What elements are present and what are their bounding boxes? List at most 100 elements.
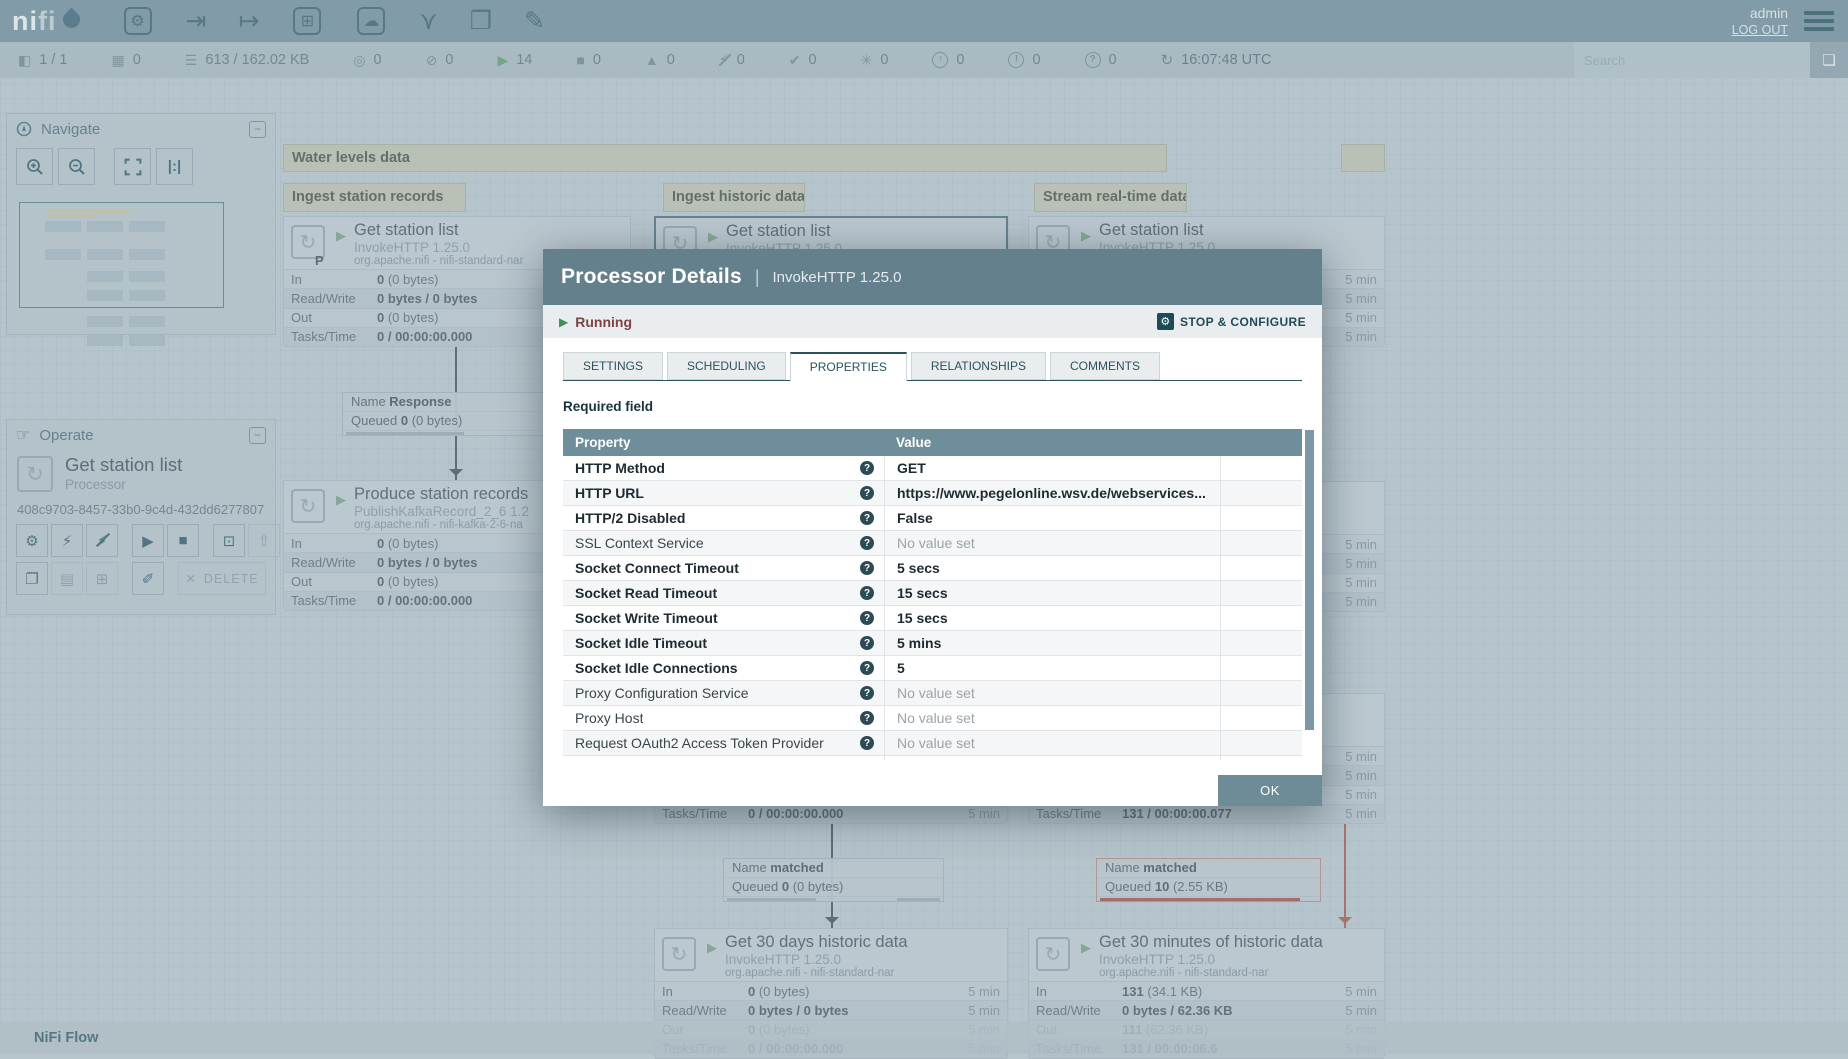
queue-indicator [724,897,943,901]
connection-label-matched-right[interactable]: Name matched Queued 10 (2.55 KB) [1096,858,1321,902]
property-value: 5 mins [884,631,1220,655]
logout-link[interactable]: LOG OUT [1732,22,1788,38]
input-port-icon[interactable]: ⇥ [186,6,207,36]
enable-button[interactable]: ⚡ [51,524,83,557]
status-disabled: ⚡ 0 [719,52,745,69]
table-scrollbar[interactable] [1305,430,1314,730]
stop-icon: ■ [178,532,188,549]
compass-icon [16,121,32,137]
search-input[interactable] [1574,42,1810,78]
stat-row: In 0 (0 bytes) 5 min [655,982,1007,1002]
operate-buttons-row-2: ❐ ▤ ⊞ ✐ ✕ DELETE [16,562,266,595]
group-label-stream-real-time-data[interactable]: Stream real-time data [1034,183,1187,212]
stat-value: 131 / 00:00:00.077 [1122,806,1232,822]
disable-button[interactable]: ⚡ [86,524,118,557]
help-icon[interactable]: ? [860,611,874,625]
help-icon[interactable]: ? [860,711,874,725]
property-name: Request OAuth2 Access Token Provider [575,735,824,751]
zoom-in-button[interactable] [16,148,53,185]
tab-relationships[interactable]: RELATIONSHIPS [910,352,1046,380]
connection-label-matched-left[interactable]: Name matched Queued 0 (0 bytes) [723,858,944,902]
help-icon[interactable]: ? [860,536,874,550]
gear-icon: ⚙ [1157,313,1175,330]
status-sync-failure-count: 0 [1108,52,1117,68]
tab-comments[interactable]: COMMENTS [1049,352,1160,380]
process-group-icon[interactable]: ⊞ [293,7,322,35]
help-icon[interactable]: ? [860,561,874,575]
help-icon[interactable]: ? [860,486,874,500]
run-status-icon: ▶ [707,940,717,955]
properties-table-header: Property Value [563,429,1302,456]
stat-label: In [662,983,673,999]
label-icon[interactable]: ✎ [524,6,545,36]
remote-process-group-icon[interactable]: ☁ [357,7,386,35]
template-icon[interactable]: ❐ [470,6,492,36]
processor-icon[interactable]: ⚙ [123,7,152,35]
processor-stamp-icon: ↻ [291,489,325,523]
help-icon[interactable]: ? [860,461,874,475]
top-toolbar: ni fi ⚙ ⇥ ↦ ⊞ ☁ ⋎ ❐ ✎ admin LOG OUT [0,0,1848,42]
sync-failure-icon: ? [1084,52,1101,68]
breadcrumb-root[interactable]: NiFi Flow [34,1030,98,1046]
connection-name: Name matched [724,859,943,878]
global-menu-icon[interactable] [1804,7,1834,35]
status-stale-count: 0 [956,52,965,68]
stat-value: 0 (0 bytes) [377,535,439,551]
help-icon[interactable]: ? [860,686,874,700]
tab-scheduling[interactable]: SCHEDULING [667,352,786,380]
copy-button[interactable]: ❐ [16,562,48,595]
property-cell: Request OAuth2 Access Token Provider? [563,731,884,755]
status-disabled-count: 0 [736,52,745,68]
up-to-date-icon: ✔ [788,51,801,68]
help-icon[interactable]: ? [860,661,874,675]
modified-stale-icon: ! [1008,52,1025,68]
tab-settings[interactable]: SETTINGS [563,352,664,380]
header-toolbar: ⚙ ⇥ ↦ ⊞ ☁ ⋎ ❐ ✎ [106,6,562,36]
group-label-ingest-historic-data[interactable]: Ingest historic data [663,183,805,212]
tab-properties[interactable]: PROPERTIES [789,352,907,382]
funnel-icon[interactable]: ⋎ [419,6,437,36]
cluster-icon: ◧ [18,51,32,68]
connection-queued: Queued 0 (0 bytes) [724,878,943,897]
stat-label: Read/Write [291,554,356,570]
collapse-navigate-button[interactable]: − [249,120,266,138]
help-icon[interactable]: ? [860,636,874,650]
property-name: Socket Connect Timeout [575,560,739,576]
group-label-ingest-station-records[interactable]: Ingest station records [283,183,466,212]
bulletin-board-icon[interactable]: ❏ [1810,42,1848,78]
zoom-actual-size-button[interactable]: |:| [156,148,193,185]
property-name: HTTP Method [575,460,665,476]
stop-button[interactable]: ■ [167,524,199,557]
flow-label-water-levels[interactable]: Water levels data [283,144,1167,172]
dialog-title: Processor Details [561,265,742,288]
collapse-operate-button[interactable]: − [249,426,266,444]
configure-button[interactable]: ⚙ [16,524,48,557]
birdseye-minimap[interactable] [17,198,265,346]
output-port-icon[interactable]: ↦ [238,6,259,36]
property-row: Proxy Configuration Service? No value set [563,681,1302,706]
refresh-icon[interactable]: ↻ [1161,51,1174,69]
stat-value: 0 bytes / 0 bytes [748,1002,849,1018]
ok-button[interactable]: OK [1218,775,1322,806]
property-name: Socket Read Timeout [575,585,718,601]
property-value: 5 [884,656,1220,680]
primary-node-badge: P [315,253,324,268]
zoom-out-button[interactable] [58,148,95,185]
save-template-button[interactable]: ⊡ [213,524,245,557]
processor-stamp-icon: ↻ [662,937,696,971]
selected-component-id[interactable]: 408c9703-8457-33b0-9c4d-432dd6277807 [17,502,264,517]
status-modified-stale: ! 0 [1008,52,1041,68]
zoom-fit-button[interactable] [114,148,151,185]
change-color-button[interactable]: ✐ [132,562,164,595]
stat-label: Read/Write [662,1002,727,1018]
processor-type: InvokeHTTP 1.25.0 [725,952,842,967]
stop-and-configure-button[interactable]: ⚙ STOP & CONFIGURE [1157,313,1306,330]
start-button[interactable]: ▶ [132,524,164,557]
group-button: ⊞ [86,562,118,595]
property-name: HTTP URL [575,485,644,501]
property-value: False [884,506,1220,530]
help-icon[interactable]: ? [860,736,874,750]
help-icon[interactable]: ? [860,586,874,600]
help-icon[interactable]: ? [860,511,874,525]
operate-buttons-row-1: ⚙ ⚡ ⚡ ▶ ■ ⊡ ⇧ [16,524,280,557]
